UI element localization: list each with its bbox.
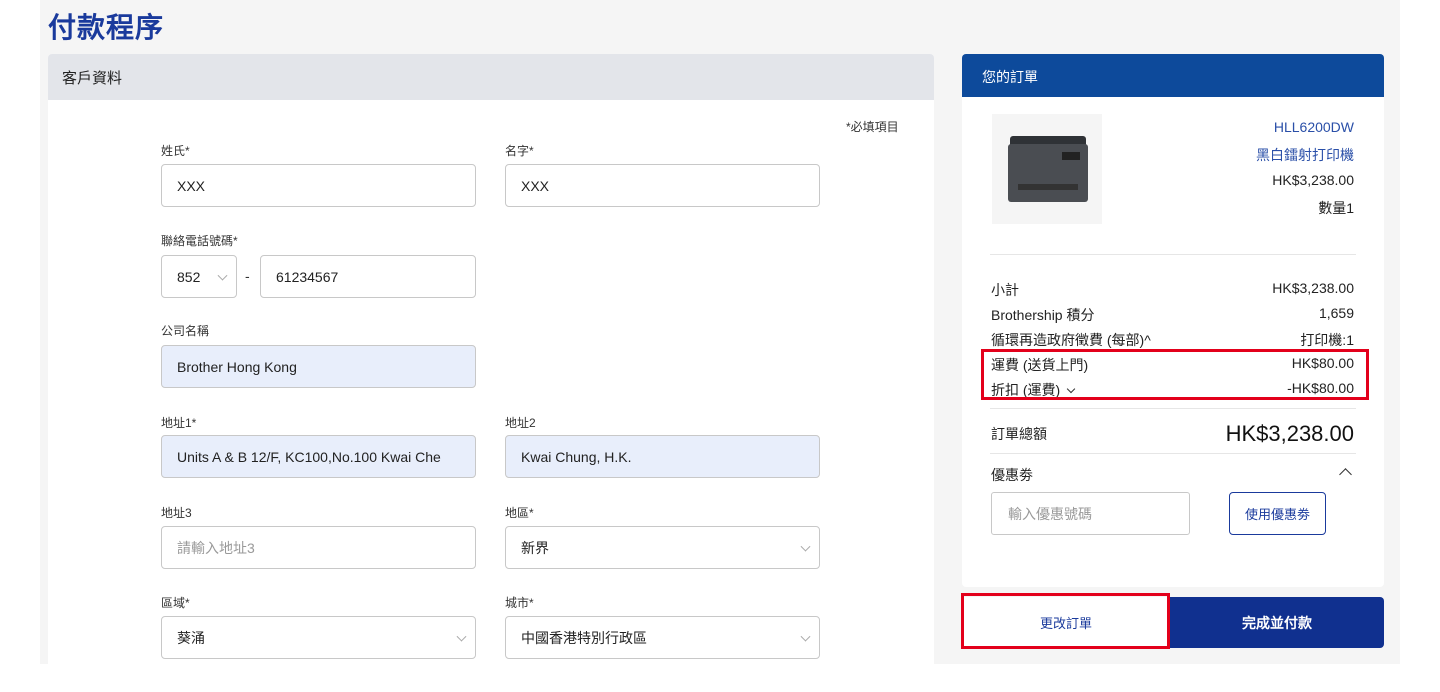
summary-row-levy: 循環再造政府徵費 (每部)^ 打印機:1	[991, 330, 1354, 350]
divider	[990, 453, 1356, 454]
address2-label: 地址2	[505, 416, 536, 430]
address1-label: 地址1*	[161, 416, 197, 430]
region-select[interactable]: 新界	[505, 526, 820, 569]
chevron-down-icon	[217, 270, 228, 281]
order-summary-panel: 您的訂單 HLL6200DW 黑白鐳射打印機 HK$3,238.00 數量1 小…	[962, 54, 1384, 587]
complete-payment-button[interactable]: 完成並付款	[1170, 597, 1384, 648]
order-total-label: 訂單總額	[991, 426, 1047, 442]
address2-input[interactable]: Kwai Chung, H.K.	[505, 435, 820, 478]
company-label: 公司名稱	[161, 324, 210, 338]
required-note: *必填項目	[846, 120, 899, 134]
given-name-input[interactable]: XXX	[505, 164, 820, 207]
summary-row-subtotal: 小計 HK$3,238.00	[991, 280, 1354, 300]
phone-separator: -	[245, 268, 250, 284]
product-price: HK$3,238.00	[1272, 172, 1354, 188]
product-quantity: 數量1	[1318, 200, 1354, 216]
company-input[interactable]: Brother Hong Kong	[161, 345, 476, 388]
product-image	[992, 114, 1102, 224]
city-value: 中國香港特別行政區	[521, 629, 647, 646]
phone-number-input[interactable]: 61234567	[260, 255, 476, 298]
divider	[990, 254, 1356, 255]
subtotal-label: 小計	[991, 282, 1019, 298]
surname-label: 姓氏*	[161, 144, 190, 158]
order-header: 您的訂單	[962, 54, 1384, 97]
region-label: 地區*	[505, 506, 534, 520]
chevron-down-icon	[456, 631, 467, 642]
chevron-down-icon	[800, 631, 811, 642]
highlight-box-shipping	[981, 349, 1369, 400]
city-select[interactable]: 中國香港特別行政區	[505, 616, 820, 659]
surname-input[interactable]: XXX	[161, 164, 476, 207]
city-label: 城市*	[505, 596, 534, 610]
address3-label: 地址3	[161, 506, 192, 520]
highlight-box-change-order	[961, 593, 1170, 649]
subtotal-value: HK$3,238.00	[1272, 280, 1354, 296]
coupon-code-input[interactable]: 輸入優惠號碼	[991, 492, 1190, 535]
coupon-label[interactable]: 優惠劵	[991, 465, 1033, 485]
order-total-row: 訂單總額 HK$3,238.00	[991, 416, 1354, 452]
customer-info-header: 客戶資料	[48, 54, 934, 100]
phone-label: 聯絡電話號碼*	[161, 234, 238, 248]
region-value: 新界	[521, 539, 549, 556]
points-value: 1,659	[1318, 305, 1354, 321]
page-title: 付款程序	[48, 12, 165, 43]
points-label: Brothership 積分	[991, 307, 1095, 323]
product-model-link[interactable]: HLL6200DW	[1274, 119, 1354, 135]
divider	[990, 408, 1356, 409]
order-total-value: HK$3,238.00	[1225, 421, 1354, 446]
levy-label: 循環再造政府徵費 (每部)^	[991, 332, 1151, 348]
apply-coupon-button[interactable]: 使用優惠劵	[1229, 492, 1326, 535]
given-name-label: 名字*	[505, 144, 534, 158]
district-label: 區域*	[161, 596, 190, 610]
customer-info-panel: 客戶資料 *必填項目 姓氏* XXX 名字* XXX 聯絡電話號碼* 852 -…	[48, 54, 934, 674]
address1-input[interactable]: Units A & B 12/F, KC100,No.100 Kwai Che	[161, 435, 476, 478]
address3-input[interactable]: 請輸入地址3	[161, 526, 476, 569]
product-name-link[interactable]: 黑白鐳射打印機	[1256, 145, 1354, 165]
summary-row-points: Brothership 積分 1,659	[991, 305, 1354, 325]
country-code-value: 852	[177, 268, 201, 285]
chevron-down-icon	[800, 541, 811, 552]
country-code-select[interactable]: 852	[161, 255, 237, 298]
chevron-up-icon[interactable]	[1339, 468, 1352, 481]
levy-value: 打印機:1	[1300, 332, 1354, 348]
district-select[interactable]: 葵涌	[161, 616, 476, 659]
district-value: 葵涌	[177, 629, 205, 646]
